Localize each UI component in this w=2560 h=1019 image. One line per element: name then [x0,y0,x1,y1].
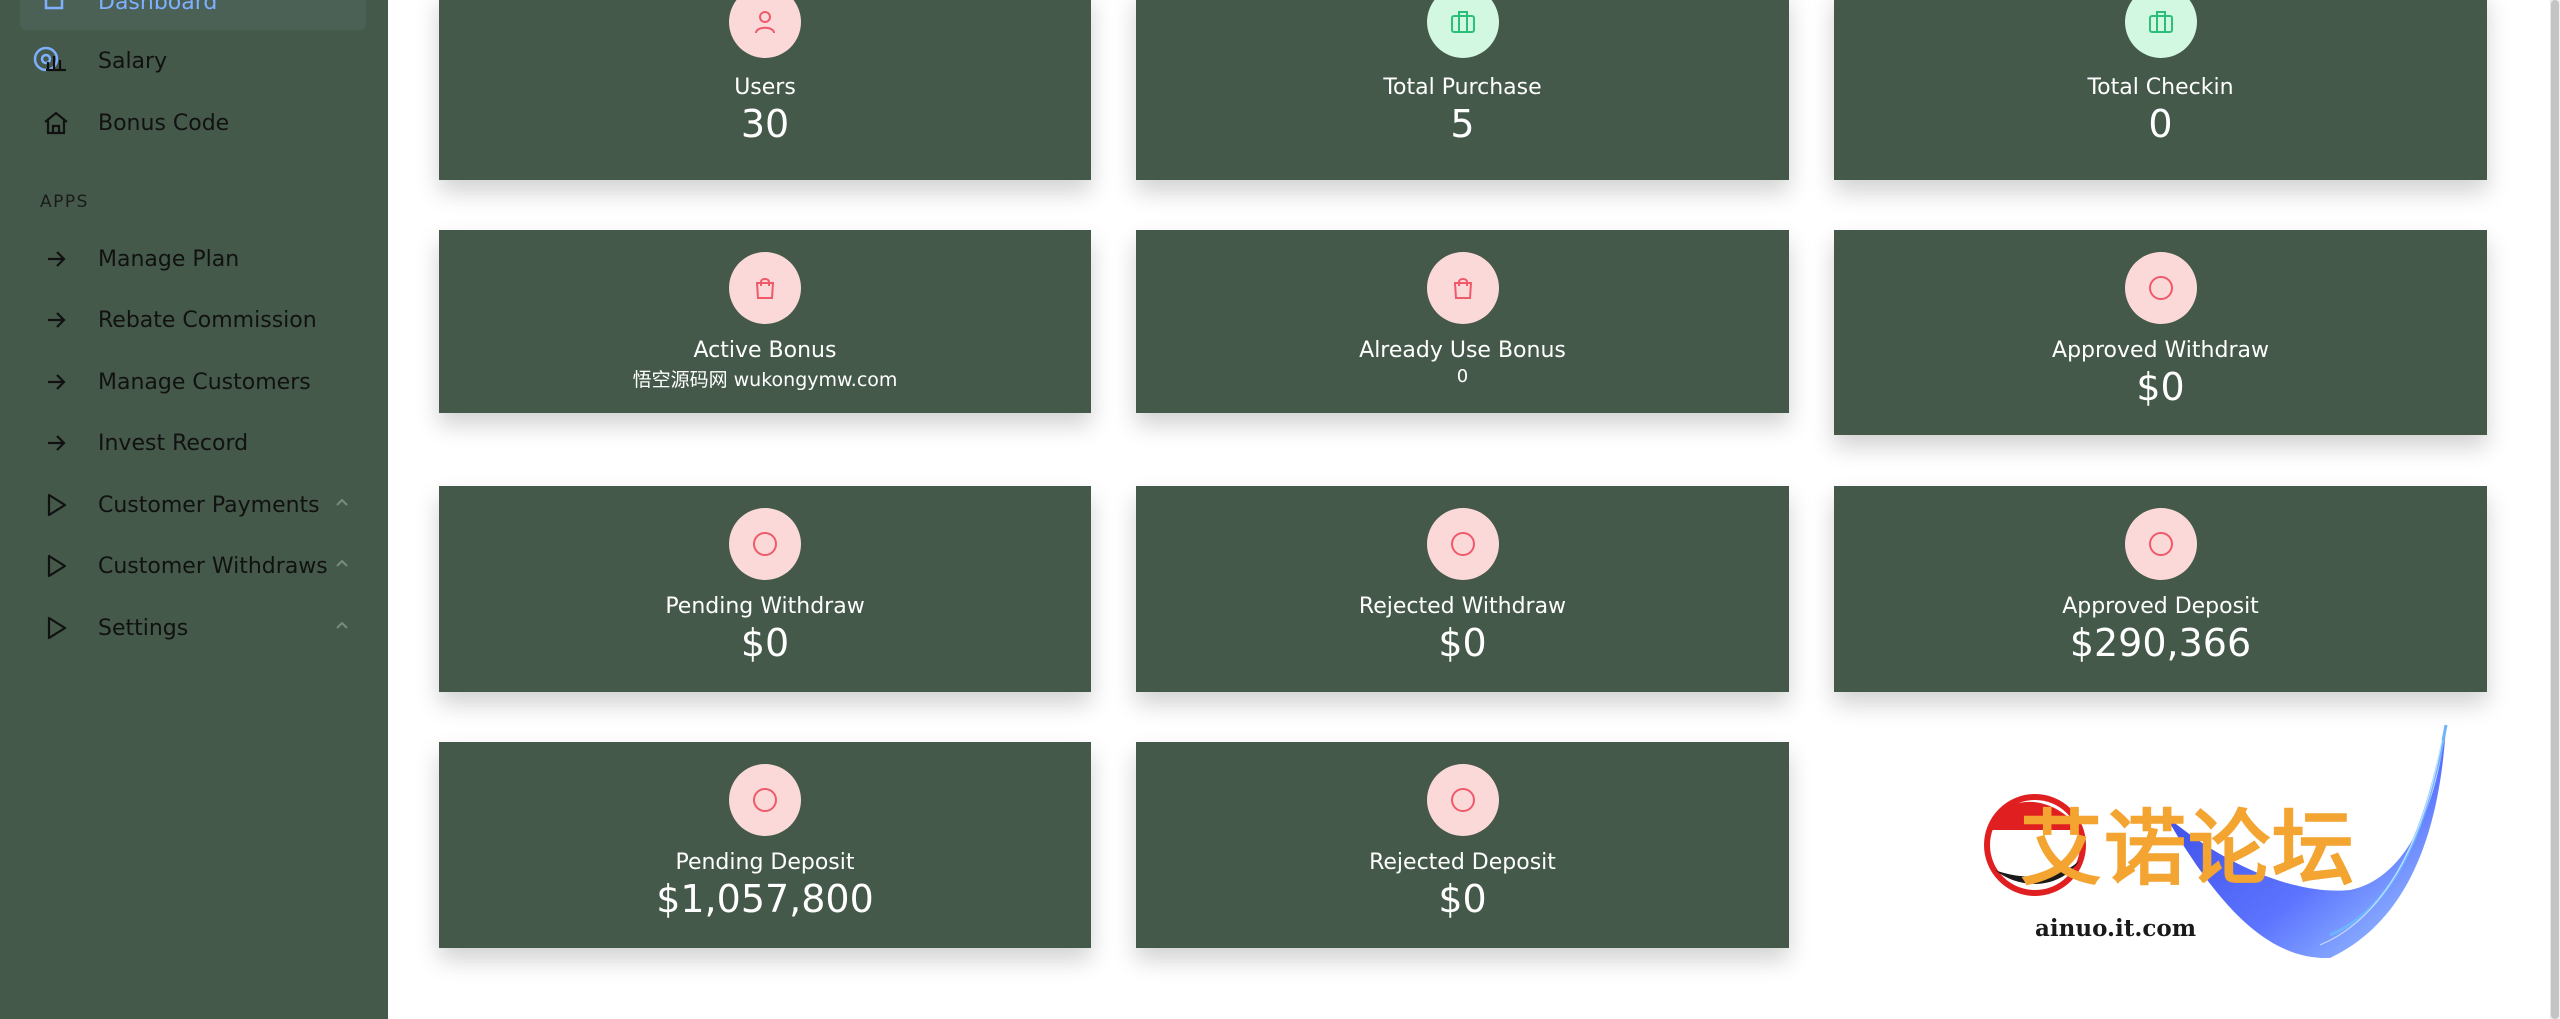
stat-title: Users [734,75,796,100]
stat-title: Rejected Deposit [1369,850,1556,875]
stat-card-pending-withdraw: Pending Withdraw $0 [439,486,1091,692]
stat-title: Total Purchase [1383,75,1542,100]
circle-icon [1426,764,1499,836]
arrow-right-icon [40,304,72,336]
watermark-title: 艾诺论坛 [2020,801,2357,897]
sidebar-item-bonus-code[interactable]: Bonus Code [40,103,360,143]
sidebar-item-manage-customers[interactable]: Manage Customers [40,362,360,402]
stat-title: Total Checkin [2087,75,2234,100]
stat-value: 30 [740,102,790,146]
arrow-right-icon [40,366,72,398]
sidebar-item-dashboard[interactable]: Dashboard [20,0,366,30]
home-icon [40,107,72,139]
stat-card-total-checkin: Total Checkin 0 [1834,0,2487,180]
stat-card-rejected-withdraw: Rejected Withdraw $0 [1136,486,1789,692]
sidebar-item-label: Invest Record [98,430,249,456]
sidebar-item-salary[interactable]: Salary [40,41,360,81]
stat-title: Pending Deposit [675,850,855,875]
user-icon [729,0,801,58]
stat-card-rejected-deposit: Rejected Deposit $0 [1136,742,1789,948]
stat-title: Pending Withdraw [665,594,865,619]
circle-icon [2124,252,2197,324]
sidebar-item-customer-payments[interactable]: Customer Payments [40,485,360,525]
shopping-bag-icon [729,252,801,324]
sidebar: Dashboard Salary Bonus Code APPS Manage … [0,0,388,1019]
stat-value: $1,057,800 [656,877,874,921]
sidebar-item-label: Bonus Code [98,110,230,136]
stat-value: $0 [1438,877,1487,921]
stat-value: $0 [1438,621,1487,665]
sidebar-item-rebate-commission[interactable]: Rebate Commission [40,300,360,340]
play-icon [40,489,72,521]
scrollbar-thumb[interactable] [2551,0,2559,1019]
sidebar-item-customer-withdraws[interactable]: Customer Withdraws [40,546,360,586]
arrow-right-icon [40,243,72,275]
stat-title: Approved Withdraw [2052,338,2269,363]
sidebar-item-manage-plan[interactable]: Manage Plan [40,239,360,279]
watermark-text: 悟空源码网 wukongymw.com [632,369,898,391]
watermark-logo: 艾诺论坛 ainuo.it.com [1970,720,2450,970]
sidebar-item-label: Dashboard [98,0,218,15]
watermark-url: ainuo.it.com [2035,915,2197,942]
sidebar-item-label: Customer Withdraws [98,553,328,579]
stat-value: $0 [740,621,790,665]
stat-value: $290,366 [2069,621,2252,665]
scrollbar[interactable] [2550,0,2560,1019]
stat-card-total-purchase: Total Purchase 5 [1136,0,1789,180]
stat-value: 0 [1456,366,1469,387]
circle-icon [2124,508,2197,580]
section-label-apps: APPS [40,192,89,212]
home-icon [40,0,68,14]
stat-card-pending-deposit: Pending Deposit $1,057,800 [439,742,1091,948]
stat-card-active-bonus: Active Bonus 悟空源码网 wukongymw.com [439,230,1091,413]
stat-title: Rejected Withdraw [1358,594,1567,619]
stat-card-approved-deposit: Approved Deposit $290,366 [1834,486,2487,692]
play-icon [40,550,72,582]
stat-card-approved-withdraw: Approved Withdraw $0 [1834,230,2487,435]
stat-card-already-use-bonus: Already Use Bonus 0 [1136,230,1789,413]
chevron-up-icon[interactable] [334,556,350,576]
stat-card-users: Users 30 [439,0,1091,180]
briefcase-icon [2124,0,2197,58]
stat-title: Active Bonus [693,338,837,363]
arrow-right-icon [40,427,72,459]
sidebar-item-label: Rebate Commission [98,307,317,333]
sidebar-item-label: Salary [98,48,168,74]
circle-icon [729,508,801,580]
shopping-bag-icon [1426,252,1499,324]
stat-value: 0 [2148,102,2173,146]
stat-value: $0 [2136,365,2185,409]
circle-icon [729,764,801,836]
sidebar-item-label: Customer Payments [98,492,320,518]
sidebar-item-label: Manage Plan [98,246,240,272]
sidebar-item-label: Settings [98,615,189,641]
briefcase-icon [1426,0,1499,58]
stat-title: Already Use Bonus [1359,338,1566,363]
chevron-up-icon[interactable] [334,618,350,638]
stat-title: Approved Deposit [2062,594,2259,619]
stat-value: 5 [1450,102,1475,146]
chart-icon [40,45,72,77]
sidebar-item-label: Manage Customers [98,369,311,395]
play-icon [40,612,72,644]
chevron-up-icon[interactable] [334,495,350,515]
sidebar-item-invest-record[interactable]: Invest Record [40,423,360,463]
circle-icon [1426,508,1499,580]
sidebar-item-settings[interactable]: Settings [40,608,360,648]
